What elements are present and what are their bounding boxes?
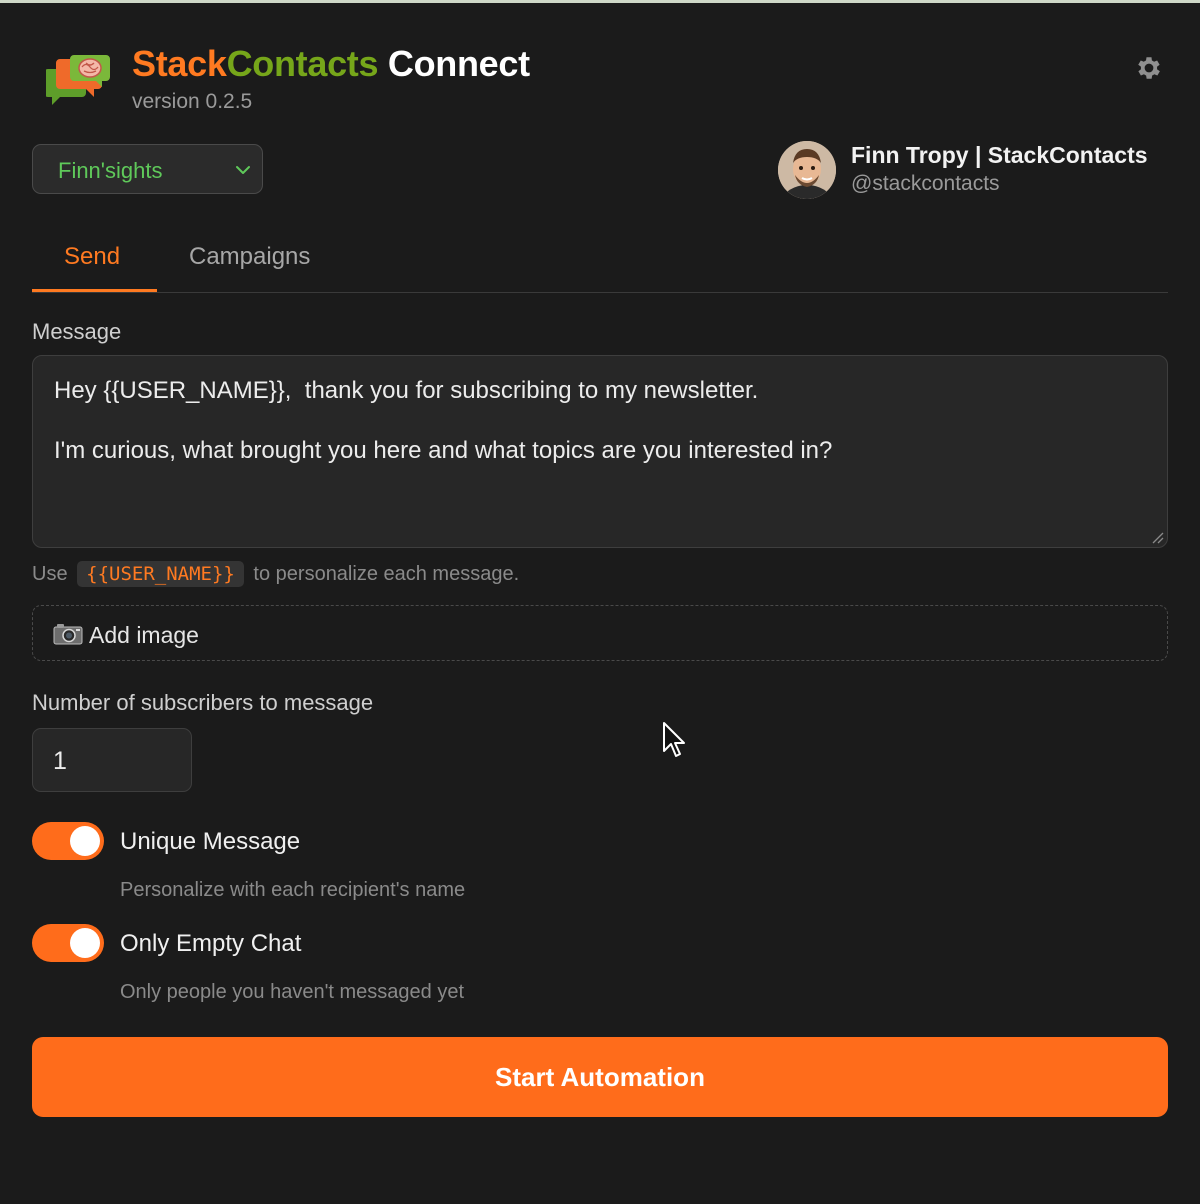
mouse-pointer-icon: [663, 722, 685, 757]
brand-contacts: Contacts: [226, 43, 379, 84]
only-empty-chat-title: Only Empty Chat: [120, 930, 302, 957]
only-empty-chat-description: Only people you haven't messaged yet: [120, 981, 465, 1003]
avatar: [778, 141, 836, 199]
app-title: StackContacts Connect: [132, 43, 530, 85]
add-image-button[interactable]: Add image: [32, 605, 1168, 661]
active-tab-indicator: [32, 289, 157, 292]
account-select-value: Finn'sights: [58, 158, 163, 183]
message-line-2: I'm curious, what brought you here and w…: [54, 437, 833, 464]
chevron-down-icon: [236, 166, 250, 174]
unique-message-title: Unique Message: [120, 828, 301, 855]
profile-name: Finn Tropy | StackContacts: [851, 142, 1148, 168]
only-empty-chat-toggle[interactable]: [32, 924, 104, 962]
account-select[interactable]: Finn'sights: [32, 144, 263, 194]
camera-icon: [53, 624, 83, 645]
unique-message-toggle[interactable]: [32, 822, 104, 860]
toggle-knob: [70, 928, 100, 958]
subscribers-count-label: Number of subscribers to message: [32, 690, 374, 715]
version-label: version 0.2.5: [132, 90, 253, 113]
add-image-label: Add image: [89, 622, 199, 648]
hint-prefix: Use: [32, 563, 68, 585]
extension-panel: StackContacts Connect version 0.2.5 Finn…: [0, 3, 1200, 1204]
start-automation-button[interactable]: Start Automation: [32, 1037, 1168, 1117]
message-textarea[interactable]: Hey {{USER_NAME}}, thank you for subscri…: [32, 355, 1168, 548]
profile-handle: @stackcontacts: [851, 172, 1000, 195]
resize-handle-icon[interactable]: [1150, 530, 1164, 544]
toggle-knob: [70, 826, 100, 856]
personalize-hint: Use {{USER_NAME}} to personalize each me…: [32, 561, 519, 587]
gear-icon[interactable]: [1134, 53, 1164, 83]
brand-stack: Stack: [132, 43, 227, 84]
tab-campaigns[interactable]: Campaigns: [189, 243, 310, 271]
message-label: Message: [32, 319, 122, 344]
message-line-1: Hey {{USER_NAME}}, thank you for subscri…: [54, 377, 759, 404]
subscribers-count-input[interactable]: 1: [32, 728, 192, 792]
username-placeholder-code: {{USER_NAME}}: [77, 561, 244, 587]
hint-suffix: to personalize each message.: [253, 563, 520, 585]
brand-connect: Connect: [378, 43, 530, 84]
unique-message-description: Personalize with each recipient's name: [120, 879, 466, 901]
tab-send[interactable]: Send: [64, 243, 120, 271]
chat-bubbles-brain-logo: [46, 55, 110, 105]
tab-bar: Send Campaigns: [32, 223, 1168, 293]
